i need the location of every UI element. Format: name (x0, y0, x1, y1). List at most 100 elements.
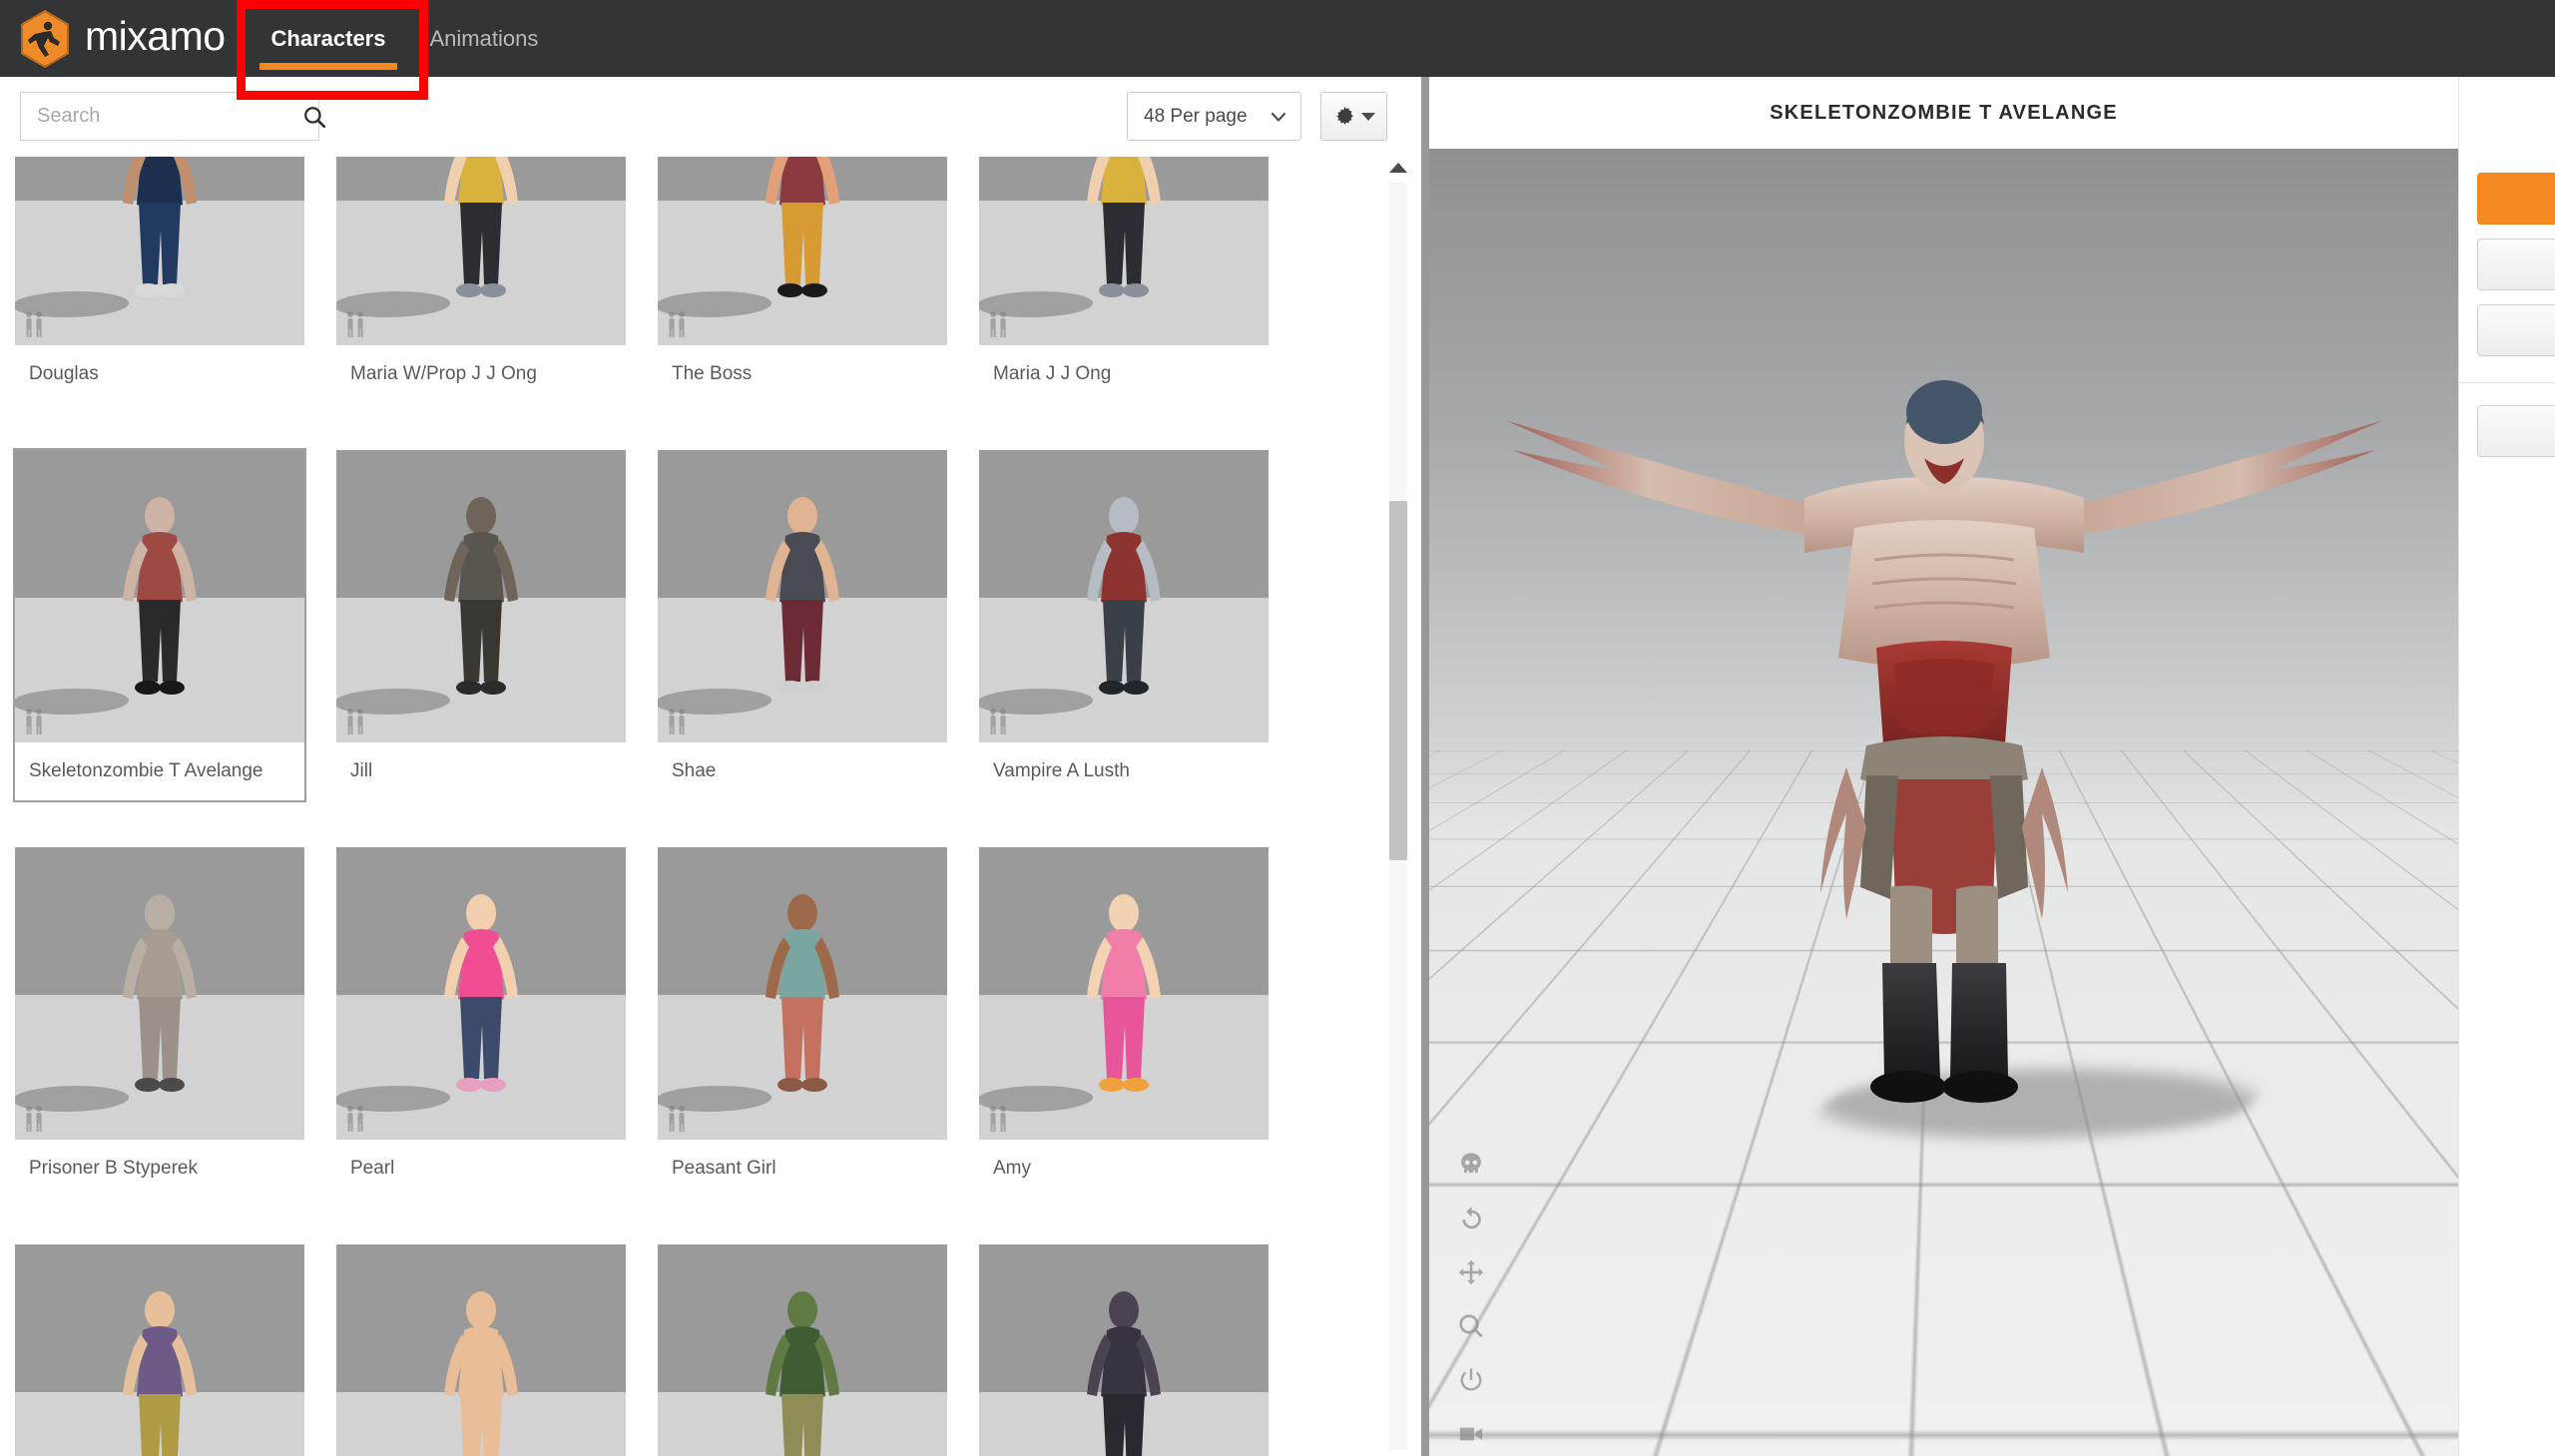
character-card[interactable]: The Boss (658, 157, 947, 403)
character-thumbnail-art (658, 450, 947, 742)
brand-logo[interactable]: mixamo (0, 9, 226, 69)
character-thumbnail-art (336, 157, 626, 345)
tab-animations-label: Animations (429, 25, 539, 51)
character-thumbnail-art (336, 847, 626, 1140)
move-pan-icon[interactable] (1455, 1256, 1487, 1288)
scale-reference-icon (26, 1106, 42, 1132)
character-thumbnail-art (336, 450, 626, 742)
chevron-down-icon (1271, 112, 1286, 122)
character-thumbnail[interactable] (979, 450, 1269, 742)
tab-animations[interactable]: Animations (407, 0, 560, 77)
power-icon[interactable] (1455, 1364, 1487, 1396)
character-thumbnail-art (15, 157, 304, 345)
grid-scrollbar[interactable] (1385, 157, 1411, 1456)
scale-reference-icon (990, 709, 1006, 734)
character-grid-viewport: Douglas Maria W/Prop J J Ong The Boss Ma… (0, 157, 1421, 1456)
character-thumbnail-art (979, 847, 1269, 1140)
scale-reference-icon (26, 311, 42, 337)
character-card[interactable]: Douglas (15, 157, 304, 403)
character-card-label: Pearl (336, 1140, 626, 1198)
search-input[interactable] (37, 105, 301, 128)
secondary-action-button-1[interactable] (2477, 239, 2555, 290)
character-thumbnail[interactable] (336, 1244, 626, 1456)
scale-reference-icon (347, 709, 363, 734)
scale-reference-icon (347, 1106, 363, 1132)
scroll-up-arrow-icon[interactable] (1389, 163, 1407, 173)
search-icon[interactable] (301, 104, 327, 130)
nav-tab-list: Characters Animations (250, 0, 561, 77)
scale-reference-icon (669, 1106, 685, 1132)
secondary-action-button-3[interactable] (2477, 405, 2555, 457)
per-page-dropdown[interactable]: 48 Per page (1127, 92, 1301, 141)
character-card[interactable] (979, 1244, 1269, 1456)
character-card[interactable] (15, 1244, 304, 1456)
character-thumbnail-art (336, 1244, 626, 1456)
character-thumbnail-art (658, 157, 947, 345)
rail-divider (2459, 382, 2555, 383)
viewer-tool-strip (1455, 1149, 1487, 1450)
mixamo-runner-hex-icon (21, 9, 69, 68)
character-card-label: Maria W/Prop J J Ong (336, 345, 626, 403)
character-thumbnail[interactable] (979, 157, 1269, 345)
character-card[interactable] (336, 1244, 626, 1456)
character-card[interactable]: Skeletonzombie T Avelange (13, 448, 306, 802)
top-navigation-bar: mixamo Characters Animations (0, 0, 2555, 77)
character-thumbnail[interactable] (658, 1244, 947, 1456)
character-card[interactable] (658, 1244, 947, 1456)
character-card-label: The Boss (658, 345, 947, 403)
zoom-icon[interactable] (1455, 1310, 1487, 1342)
character-card-label: Prisoner B Styperek (15, 1140, 304, 1198)
character-thumbnail-art (979, 157, 1269, 345)
character-card-label: Peasant Girl (658, 1140, 947, 1198)
caret-down-icon (1360, 112, 1375, 121)
character-thumbnail-art (15, 847, 304, 1140)
tab-characters[interactable]: Characters (250, 0, 408, 77)
camera-icon[interactable] (1455, 1418, 1487, 1450)
character-thumbnail[interactable] (979, 1244, 1269, 1456)
scale-reference-icon (990, 1106, 1006, 1132)
character-card-label: Maria J J Ong (979, 345, 1269, 403)
character-card[interactable]: Pearl (336, 847, 626, 1198)
model-viewport[interactable] (1429, 149, 2458, 1456)
reset-rotate-icon[interactable] (1455, 1203, 1487, 1234)
scale-reference-icon (347, 311, 363, 337)
secondary-action-button-2[interactable] (2477, 304, 2555, 356)
scale-reference-icon (669, 311, 685, 337)
character-card[interactable]: Vampire A Lusth (979, 450, 1269, 800)
character-card[interactable]: Shae (658, 450, 947, 800)
rail-secondary-group (2459, 405, 2555, 457)
search-box[interactable] (20, 92, 326, 141)
character-thumbnail[interactable] (15, 450, 304, 742)
character-card-label: Jill (336, 742, 626, 800)
settings-button[interactable] (1320, 92, 1387, 141)
character-thumbnail[interactable] (658, 847, 947, 1140)
character-thumbnail[interactable] (336, 450, 626, 742)
character-card[interactable]: Prisoner B Styperek (15, 847, 304, 1198)
character-thumbnail-art (979, 1244, 1269, 1456)
scrollbar-thumb[interactable] (1389, 501, 1407, 860)
rail-primary-group (2459, 77, 2555, 356)
action-side-rail (2458, 77, 2555, 1456)
character-thumbnail[interactable] (336, 157, 626, 345)
character-card[interactable]: Amy (979, 847, 1269, 1198)
character-thumbnail[interactable] (15, 157, 304, 345)
character-browser-panel: 48 Per page (0, 77, 1421, 1456)
character-card[interactable]: Maria J J Ong (979, 157, 1269, 403)
character-card[interactable]: Maria W/Prop J J Ong (336, 157, 626, 403)
character-thumbnail[interactable] (15, 847, 304, 1140)
skull-icon[interactable] (1455, 1149, 1487, 1181)
browser-toolbar: 48 Per page (0, 77, 1421, 157)
scale-reference-icon (26, 709, 42, 734)
primary-action-button[interactable] (2477, 173, 2555, 225)
character-thumbnail[interactable] (658, 157, 947, 345)
character-thumbnail[interactable] (979, 847, 1269, 1140)
character-thumbnail[interactable] (15, 1244, 304, 1456)
character-thumbnail-art (658, 1244, 947, 1456)
character-thumbnail-art (658, 847, 947, 1140)
character-thumbnail[interactable] (336, 847, 626, 1140)
scale-reference-icon (669, 709, 685, 734)
character-thumbnail[interactable] (658, 450, 947, 742)
character-model[interactable] (1495, 328, 2393, 1132)
character-card[interactable]: Peasant Girl (658, 847, 947, 1198)
character-card[interactable]: Jill (336, 450, 626, 800)
